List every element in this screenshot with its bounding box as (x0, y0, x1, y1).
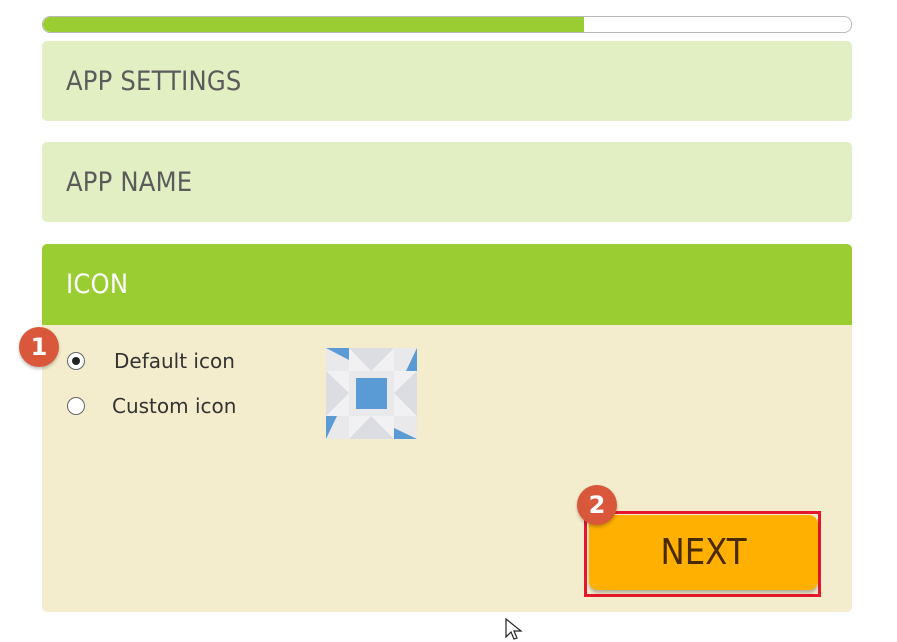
next-button[interactable]: NEXT (589, 515, 818, 590)
custom-icon-radio[interactable] (67, 397, 85, 415)
section-app-name[interactable]: APP NAME (42, 142, 852, 222)
progress-bar-fill (43, 17, 585, 32)
section-app-name-title: APP NAME (66, 167, 193, 198)
progress-bar (42, 16, 852, 33)
section-app-settings[interactable]: APP SETTINGS (42, 41, 852, 121)
step-badge-1: 1 (19, 327, 59, 367)
section-icon-header[interactable]: ICON (42, 244, 852, 325)
custom-icon-label: Custom icon (112, 394, 237, 418)
default-icon-option[interactable]: Default icon (67, 349, 235, 373)
step-badge-2: 2 (577, 485, 617, 525)
custom-icon-option[interactable]: Custom icon (67, 394, 236, 418)
default-icon-radio[interactable] (67, 352, 85, 370)
mouse-cursor-icon (505, 618, 523, 640)
section-icon-title: ICON (66, 269, 129, 300)
next-button-label: NEXT (660, 532, 747, 573)
default-icon-label: Default icon (114, 349, 235, 373)
default-app-icon-preview (326, 348, 417, 439)
section-app-settings-title: APP SETTINGS (66, 66, 242, 97)
